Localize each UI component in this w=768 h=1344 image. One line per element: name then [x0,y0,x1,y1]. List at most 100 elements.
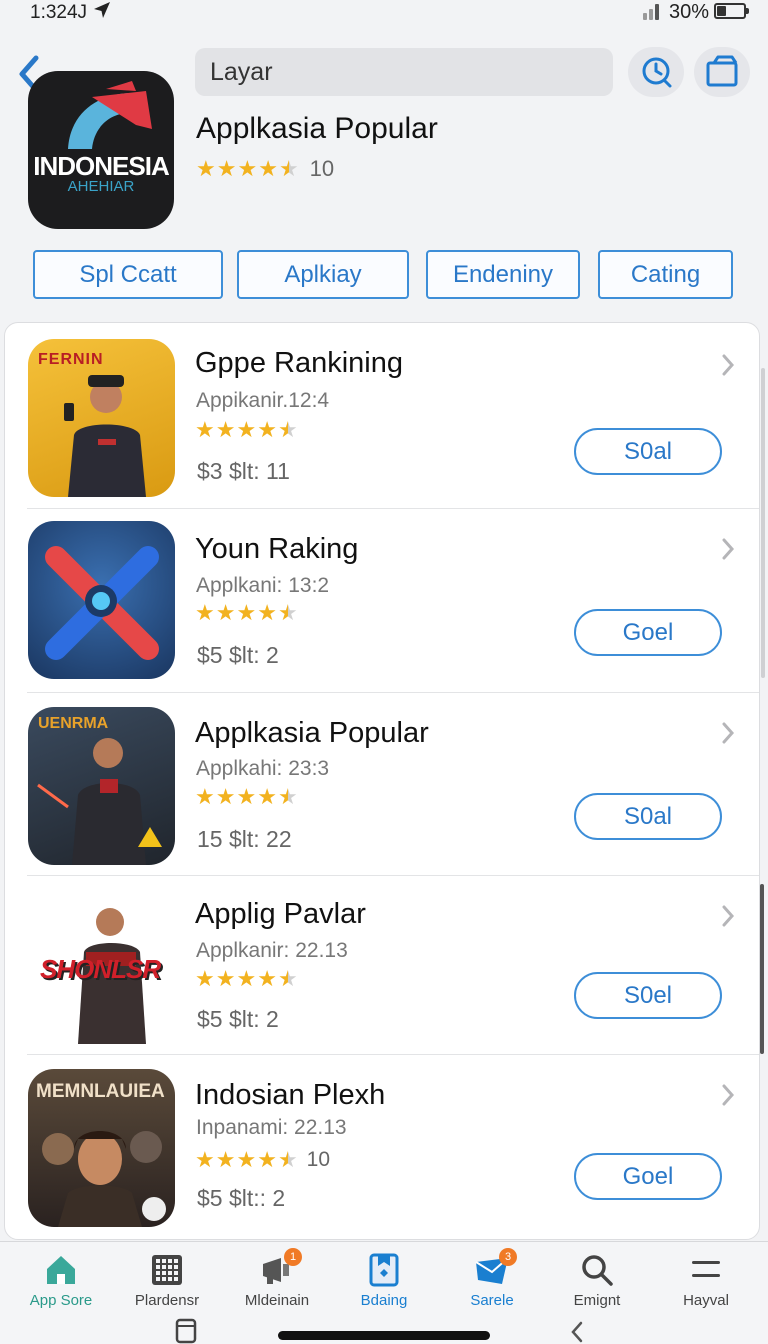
tab-hayval[interactable]: Hayval [651,1252,761,1312]
category-chip[interactable]: Endeniny [426,250,580,299]
star-half-icon: ★ [277,600,298,625]
chevron-right-icon[interactable] [720,537,736,561]
star-half-icon: ★ [277,1147,298,1172]
star-icon: ★ [195,417,215,442]
star-icon: ★ [258,156,278,181]
list-item[interactable]: UENRMA Applkasia Popular Applkahi: 23:3 … [5,693,759,876]
document-icon[interactable] [175,1318,197,1344]
menu-icon [692,1261,720,1277]
app-icon-text: SHONLSR [40,954,161,984]
app-price: $5 $lt:: 2 [197,1185,286,1211]
tab-sarele[interactable]: 3 Sarele [437,1248,547,1312]
app-rating: ★ ★ ★ ★ ★ [195,968,299,990]
app-subtitle: Applkani: 13:2 [196,574,330,597]
app-subtitle: Inpanami: 22.13 [196,1116,347,1139]
star-icon: ★ [215,417,236,442]
home-icon [47,1256,75,1284]
get-button[interactable]: S0al [574,793,722,840]
star-icon: ★ [196,156,216,181]
star-icon: ★ [195,600,215,625]
hero-rating: ★ ★ ★ ★ ★ 10 [196,156,334,182]
notification-badge: 3 [499,1248,517,1266]
hero-icon-subtext: AHEHIAR [67,178,135,195]
tab-bdaing[interactable]: Bdaing [329,1252,439,1312]
chevron-right-icon[interactable] [720,721,736,745]
battery-icon [714,3,749,19]
location-arrow-icon [94,2,110,18]
chevron-right-icon[interactable] [720,1083,736,1107]
app-subtitle: Applkanir: 22.13 [196,939,348,962]
app-price: $5 $lt: 2 [197,1006,279,1032]
tab-label: Emignt [573,1292,621,1309]
app-rating: ★ ★ ★ ★ ★ 10 [195,1148,330,1172]
scrollbar-thumb[interactable] [760,884,764,1054]
star-icon: ★ [236,600,257,625]
app-rating-count: 10 [306,1148,331,1171]
app-subtitle: Appikanir.12:4 [196,389,330,412]
get-button[interactable]: Goel [574,1153,722,1200]
star-half-icon: ★ [278,156,299,181]
app-name: Indosian Plexh [195,1079,386,1111]
tab-label: Sarele [470,1292,514,1309]
star-icon: ★ [195,784,215,809]
category-chip[interactable]: Cating [598,250,733,299]
tab-label: App Sore [29,1292,93,1309]
star-icon: ★ [236,784,257,809]
get-button[interactable]: S0al [574,428,722,475]
list-item[interactable]: SHONLSR Applig Pavlar Applkanir: 22.13 ★… [5,876,759,1055]
app-icon-figure [37,738,162,865]
status-bar: 1:324J 30% [0,0,768,26]
tab-label: Bdaing [360,1292,408,1309]
chevron-right-icon[interactable] [720,904,736,928]
app-icon: UENRMA [28,707,175,865]
app-name: Applig Pavlar [195,898,366,930]
star-icon: ★ [257,966,277,991]
hero-icon-graphic [68,81,152,149]
app-icon: SHONLSR [28,886,175,1044]
star-icon: ★ [257,600,277,625]
hero-stars: ★ ★ ★ ★ ★ [196,158,300,180]
list-item[interactable]: FERNIN Gppe Rankining Appikanir.12:4 ★ ★… [5,323,759,509]
tab-bar: App Sore Plardensr 1 Mldeinain Bdaing 3 … [0,1241,768,1344]
star-icon: ★ [215,1147,236,1172]
list-item[interactable]: Youn Raking Applkani: 13:2 ★ ★ ★ ★ ★ $5 … [5,509,759,693]
app-icon: FERNIN [28,339,175,497]
star-icon: ★ [236,1147,257,1172]
app-icon-cross [45,546,159,660]
grid-icon [152,1255,182,1285]
category-chip[interactable]: Spl Ccatt [33,250,223,299]
share-icon [706,55,738,87]
search-button[interactable] [628,47,684,97]
app-rating: ★ ★ ★ ★ ★ [195,419,299,441]
search-icon [582,1255,613,1286]
app-price: 15 $lt: 22 [197,826,292,852]
get-button[interactable]: S0el [574,972,722,1019]
tab-app-store[interactable]: App Sore [6,1252,116,1312]
star-icon: ★ [195,1147,215,1172]
chevron-right-icon[interactable] [720,353,736,377]
battery-percent: 30% [669,1,710,23]
tab-emignt[interactable]: Emignt [542,1252,652,1312]
app-price: $3 $lt: 11 [197,458,290,484]
app-list: FERNIN Gppe Rankining Appikanir.12:4 ★ ★… [4,322,760,1240]
tab-mldeinain[interactable]: 1 Mldeinain [222,1248,332,1312]
app-price: $5 $lt: 2 [197,642,279,668]
share-button[interactable] [694,47,750,97]
category-chip[interactable]: Aplkiay [237,250,409,299]
back-nav-icon[interactable] [568,1320,586,1344]
star-icon: ★ [195,966,215,991]
tab-plardensr[interactable]: Plardensr [112,1252,222,1312]
scrollbar-track [761,368,765,678]
tab-label: Hayval [683,1292,729,1309]
app-icon-figure [64,375,146,497]
app-name: Applkasia Popular [195,717,429,749]
notification-badge: 1 [284,1248,302,1266]
star-icon: ★ [216,156,237,181]
search-input[interactable]: Layar [195,48,613,96]
get-button[interactable]: Goel [574,609,722,656]
star-half-icon: ★ [277,784,298,809]
star-icon: ★ [257,1147,277,1172]
bookmark-icon [369,1253,399,1287]
list-item[interactable]: MEMNLAUIEA Indosian Plexh Inpanami: 22.1… [5,1055,759,1239]
home-indicator[interactable] [278,1331,490,1340]
